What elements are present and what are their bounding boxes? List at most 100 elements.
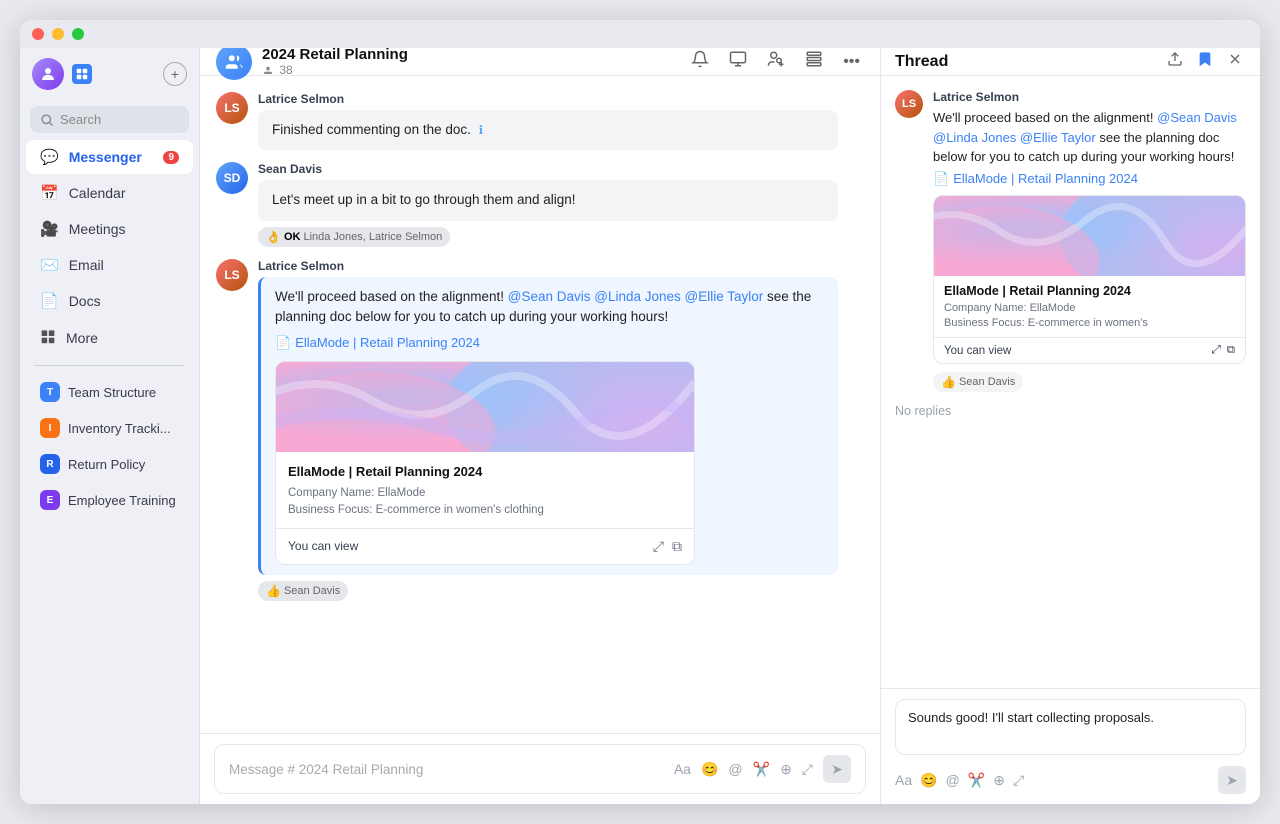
thread-doc-company: Company Name: EllaMode [944,301,1235,316]
reaction-bar-2: 👌 OK Linda Jones, Latrice Selmon [258,227,864,247]
sidebar-item-email[interactable]: ✉️ Email [26,248,193,282]
sidebar-item-more[interactable]: More [26,320,193,356]
mention-icon[interactable]: @ [728,761,742,777]
attach-icon[interactable]: ⊕ [780,761,792,778]
channel-employee-training[interactable]: E Employee Training [26,483,193,517]
sidebar-top: + [20,48,199,100]
thread-input-area: Sounds good! I'll start collecting propo… [881,688,1260,804]
thread-scissors-icon[interactable]: ✂️ [968,772,985,789]
close-dot[interactable] [32,28,44,40]
sidebar-item-label-calendar: Calendar [69,185,126,201]
channel-dot-blue: T [40,382,60,402]
thread-title: Thread [895,53,1156,71]
search-label: Search [60,112,101,127]
search-bar[interactable]: Search [30,106,189,133]
settings-button[interactable] [801,46,827,77]
msg-content-3: Latrice Selmon We'll proceed based on th… [258,259,864,601]
avatar: SD [216,162,248,194]
channel-title: 2024 Retail Planning [262,46,677,63]
thread-emoji-icon[interactable]: 😊 [920,772,937,789]
font-icon[interactable]: Aa [674,761,691,777]
thread-doc-title: EllaMode | Retail Planning 2024 [944,284,1235,298]
thread-doc-footer: You can view ⤢ ⧉ [934,337,1245,363]
chat-input-icons: Aa 😊 @ ✂️ ⊕ ⤢ ➤ [674,755,851,783]
scissors-icon[interactable]: ✂️ [753,761,770,778]
thread-copy-icon[interactable]: ⧉ [1227,344,1235,357]
sidebar-item-docs[interactable]: 📄 Docs [26,284,193,318]
thread-reaction[interactable]: 👍 Sean Davis [933,372,1023,392]
more-icon [40,328,56,348]
sidebar-item-meetings[interactable]: 🎥 Meetings [26,212,193,246]
workspace-icon[interactable] [72,64,92,84]
doc-preview-image-3 [276,362,694,452]
expand-icon[interactable]: ⤢ [653,536,664,557]
thread-doc-permission: You can view [944,345,1011,357]
msg-sender-3: Latrice Selmon [258,259,864,273]
thread-reply-input[interactable]: Sounds good! I'll start collecting propo… [895,699,1246,755]
minimize-dot[interactable] [52,28,64,40]
sidebar-item-label-docs: Docs [69,293,101,309]
reaction-names-3: Sean Davis [284,585,340,597]
thread-doc-icons: ⤢ ⧉ [1212,344,1235,357]
thread-input-toolbar: Aa 😊 @ ✂️ ⊕ ⤢ ➤ [895,766,1246,794]
msg-text-before-3: We'll proceed based on the alignment! [275,289,504,304]
reaction-bar-3: 👍 Sean Davis [258,581,864,601]
chat-main: 2024 Retail Planning 38 [200,20,880,804]
thread-expand-icon[interactable]: ⤢ [1212,344,1221,357]
thread-mention-icon[interactable]: @ [946,772,960,788]
user-avatar[interactable] [32,58,64,90]
chat-header-actions: ••• [687,46,864,77]
thread-mention-linda: @Linda Jones [933,130,1020,145]
thread-expand-input-icon[interactable]: ⤢ [1013,772,1024,789]
thread-bookmark-button[interactable] [1194,48,1216,75]
add-button[interactable]: + [163,62,187,86]
chat-input-placeholder[interactable]: Message # 2024 Retail Planning [229,762,423,777]
more-options-button[interactable]: ••• [839,49,864,75]
emoji-icon[interactable]: 😊 [701,761,718,778]
thread-reaction-emoji: 👍 [941,375,956,389]
thread-reaction-names: Sean Davis [959,376,1015,388]
channel-dot-orange: I [40,418,60,438]
doc-info-3: EllaMode | Retail Planning 2024 Company … [276,452,694,528]
msg-text-1: Finished commenting on the doc. [272,122,471,137]
messenger-badge: 9 [163,151,179,164]
bell-button[interactable] [687,46,713,77]
chat-header-info: 2024 Retail Planning 38 [262,46,677,77]
msg-text-2: Let's meet up in a bit to go through the… [272,192,576,207]
thread-close-button[interactable] [1224,48,1246,75]
doc-link[interactable]: 📄 EllaMode | Retail Planning 2024 [275,333,824,353]
avatar: LS [216,92,248,124]
msg-mention-sean: @Sean Davis [508,289,595,304]
thread-attach-icon[interactable]: ⊕ [993,772,1005,789]
thread-mention-sean: @Sean Davis [1157,110,1237,125]
maximize-dot[interactable] [72,28,84,40]
channel-inventory-tracking[interactable]: I Inventory Tracki... [26,411,193,445]
screen-share-button[interactable] [725,46,751,77]
channel-return-policy[interactable]: R Return Policy [26,447,193,481]
sidebar-item-messenger[interactable]: 💬 Messenger 9 [26,140,193,174]
thread-doc-link[interactable]: 📄 EllaMode | Retail Planning 2024 [933,171,1246,187]
msg-content-1: Latrice Selmon Finished commenting on th… [258,92,864,150]
msg-mention-linda: @Linda Jones [594,289,684,304]
thread-body: We'll proceed based on the alignment! @S… [933,108,1246,167]
doc-link-label: EllaMode | Retail Planning 2024 [295,333,480,353]
channel-team-structure[interactable]: T Team Structure [26,375,193,409]
thread-msg-content: Latrice Selmon We'll proceed based on th… [933,90,1246,392]
reaction-label: OK [284,231,301,243]
add-member-button[interactable] [763,46,789,77]
reaction-thumbsup[interactable]: 👍 Sean Davis [258,581,348,601]
doc-link-icon: 📄 [275,333,291,353]
msg-bubble-3: We'll proceed based on the alignment! @S… [258,277,838,575]
table-row: LS Latrice Selmon We'll proceed based on… [216,259,864,601]
sidebar-item-calendar[interactable]: 📅 Calendar [26,176,193,210]
reaction-ok[interactable]: 👌 OK Linda Jones, Latrice Selmon [258,227,450,247]
thread-upload-button[interactable] [1164,48,1186,75]
send-button[interactable]: ➤ [823,755,851,783]
thread-send-button[interactable]: ➤ [1218,766,1246,794]
messenger-icon: 💬 [40,148,59,166]
info-icon: ℹ [479,123,484,137]
copy-icon[interactable]: ⧉ [672,536,682,557]
thread-font-icon[interactable]: Aa [895,772,912,788]
thread-messages: LS Latrice Selmon We'll proceed based on… [881,76,1260,688]
expand-input-icon[interactable]: ⤢ [802,761,813,778]
